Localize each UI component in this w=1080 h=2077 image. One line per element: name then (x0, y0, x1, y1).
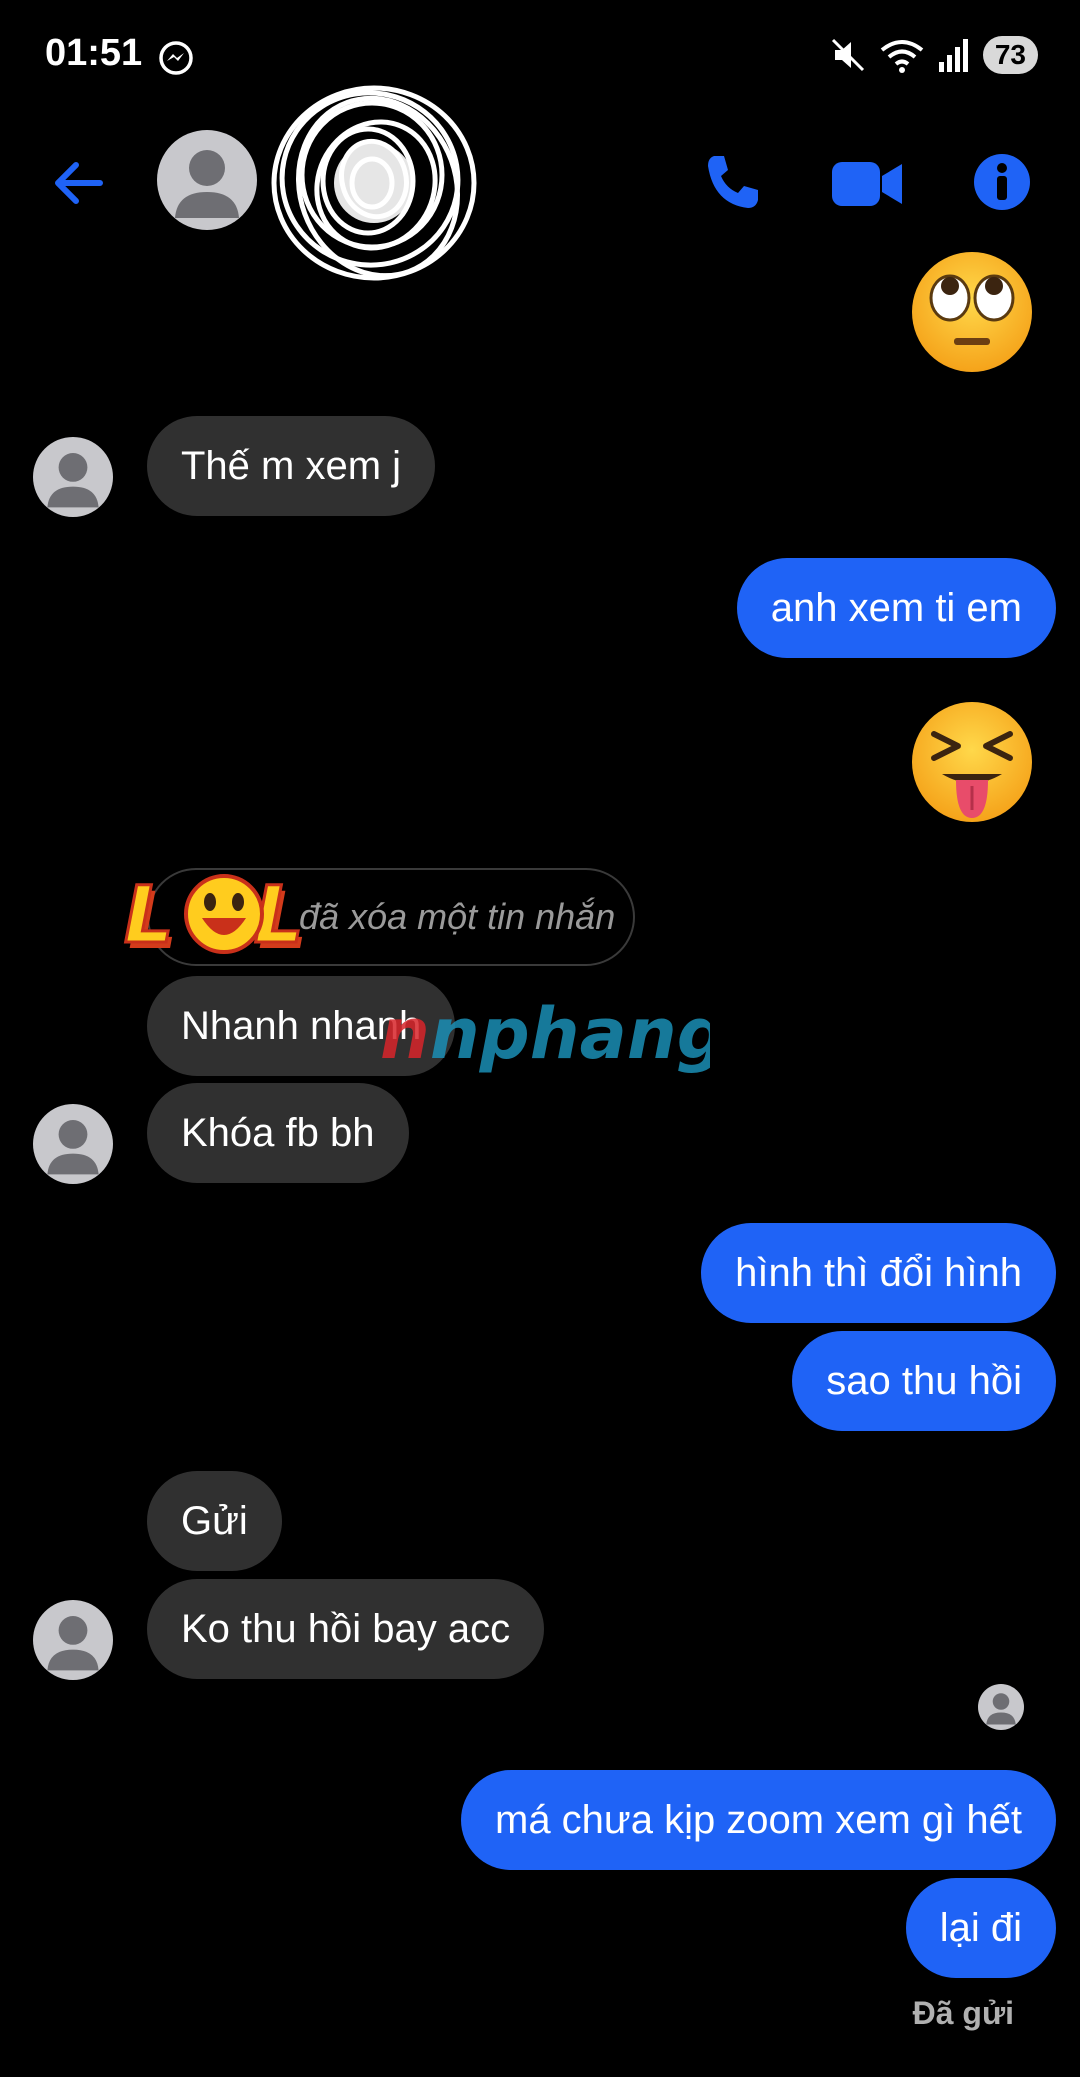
avatar-silhouette-icon (47, 453, 99, 508)
incoming-message[interactable]: Ko thu hồi bay acc (147, 1579, 545, 1679)
info-icon[interactable] (972, 152, 1032, 212)
outgoing-message[interactable]: sao thu hồi (792, 1331, 1056, 1431)
messenger-icon (159, 41, 193, 75)
signal-icon (938, 39, 968, 72)
squinting-tongue-emoji-icon (912, 702, 1032, 822)
sender-avatar[interactable] (33, 437, 113, 517)
back-arrow-icon[interactable] (48, 152, 110, 214)
status-icons: 73 (829, 36, 1038, 74)
sent-status: Đã gửi (912, 1995, 1014, 2031)
mute-icon (831, 38, 864, 72)
avatar-silhouette-icon (986, 1693, 1016, 1725)
outgoing-message[interactable]: hình thì đổi hình (701, 1223, 1056, 1323)
phone-icon[interactable] (700, 150, 764, 214)
battery-level: 73 (982, 36, 1038, 74)
sender-avatar[interactable] (33, 1104, 113, 1184)
avatar-silhouette-icon (175, 150, 239, 218)
contact-avatar[interactable] (157, 130, 257, 230)
avatar-silhouette-icon (47, 1120, 99, 1175)
incoming-message[interactable]: Khóa fb bh (147, 1083, 409, 1183)
wifi-icon (880, 40, 924, 73)
svg-text:nnphang: nnphang (380, 993, 710, 1075)
rolling-eyes-emoji-icon (912, 252, 1032, 372)
redacted-name-scribble (271, 85, 477, 281)
svg-text:L: L (124, 871, 174, 961)
incoming-message[interactable]: Thế m xem j (147, 416, 436, 516)
avatar-silhouette-icon (47, 1616, 99, 1671)
nphang-watermark: nnphang (380, 993, 710, 1075)
lol-logo-watermark: L L L L (123, 870, 308, 963)
outgoing-message[interactable]: má chưa kịp zoom xem gì hết (461, 1770, 1056, 1870)
incoming-message[interactable]: Gửi (147, 1471, 282, 1571)
status-time: 01:51 (45, 32, 143, 74)
outgoing-message[interactable]: anh xem ti em (736, 558, 1056, 658)
seen-indicator-avatar (978, 1684, 1024, 1730)
sender-avatar[interactable] (33, 1600, 113, 1680)
outgoing-message[interactable]: lại đi (905, 1878, 1056, 1978)
video-camera-icon[interactable] (830, 158, 904, 210)
